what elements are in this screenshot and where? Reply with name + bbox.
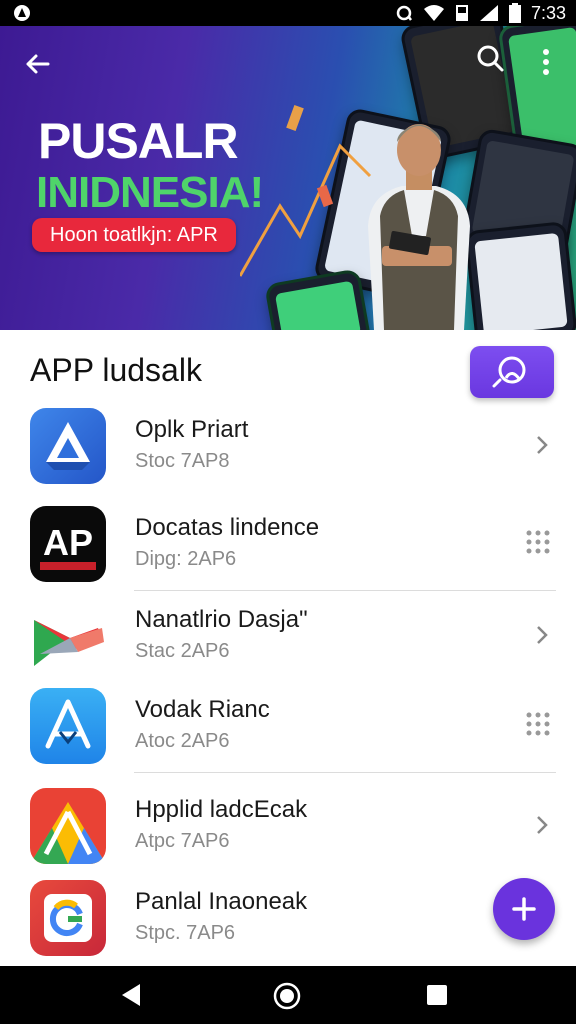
add-fab-button[interactable] — [493, 878, 555, 940]
more-vert-icon[interactable] — [530, 44, 562, 80]
list-item[interactable]: AP Docatas lindence Dipg: 2AP6 — [0, 498, 576, 588]
divider — [134, 772, 556, 773]
sync-icon — [396, 5, 412, 21]
nav-recents-icon[interactable] — [426, 984, 448, 1006]
grid-dots-icon[interactable] — [524, 710, 552, 738]
app-subtitle: Stpc. 7AP6 — [135, 922, 236, 944]
search-icon — [492, 356, 526, 388]
list-item[interactable]: Oplk Priart Stoc 7AP8 — [0, 400, 576, 490]
nav-back-icon[interactable] — [118, 982, 144, 1008]
list-item[interactable]: Panlal Inaoneak Stpc. 7AP6 — [0, 872, 576, 962]
app-subtitle: Atoc 2AP6 — [135, 730, 230, 752]
app-subtitle: Dipg: 2AP6 — [135, 548, 237, 570]
search-icon[interactable] — [472, 40, 508, 76]
ap-logo-icon: AP — [30, 506, 106, 582]
back-arrow-icon[interactable] — [20, 46, 56, 82]
ap-logo-text: AP — [42, 522, 93, 563]
status-bar: 7:33 — [0, 0, 576, 26]
list-item[interactable]: Hpplid ladcEcak Atpc 7AP6 — [0, 780, 576, 870]
banner-title-line1: PUSALR — [38, 113, 239, 169]
chevron-right-icon[interactable] — [530, 430, 554, 460]
promo-banner[interactable]: PUSALR INIDNESIA! Hoon toatlkjn: APR — [0, 26, 576, 330]
nav-home-icon[interactable] — [272, 981, 302, 1011]
plus-icon — [512, 897, 536, 921]
banner-title-line2: INIDNESIA! — [36, 168, 264, 217]
section-search-button[interactable] — [470, 346, 554, 398]
app-name: Panlal Inaoneak — [135, 888, 308, 915]
notification-icon — [14, 5, 30, 21]
app-store-style-icon — [30, 688, 106, 764]
section-title: APP ludsalk — [30, 352, 202, 388]
app-subtitle: Stac 2AP6 — [135, 640, 230, 662]
colorful-a-icon — [30, 788, 106, 864]
list-item[interactable]: Vodak Rianc Atoc 2AP6 — [0, 680, 576, 770]
person-illustration — [368, 124, 470, 330]
app-subtitle: Stoc 7AP8 — [135, 450, 230, 472]
app-name: Oplk Priart — [135, 416, 249, 443]
wifi-icon — [423, 5, 444, 21]
sim-icon — [455, 5, 468, 21]
chevron-right-icon[interactable] — [530, 810, 554, 840]
drive-style-icon — [30, 408, 106, 484]
clock: 7:33 — [530, 2, 566, 23]
app-name: Docatas lindence — [135, 514, 320, 541]
play-store-style-icon — [30, 598, 106, 674]
app-name: Hpplid ladcEcak — [135, 796, 308, 823]
app-name: Vodak Rianc — [135, 696, 270, 723]
signal-icon — [479, 5, 498, 21]
g-logo-icon — [30, 880, 106, 956]
app-subtitle: Atpc 7AP6 — [135, 830, 230, 852]
chevron-right-icon[interactable] — [530, 620, 554, 650]
banner-pill[interactable]: Hoon toatlkjn: APR — [32, 218, 236, 252]
battery-icon — [508, 3, 521, 23]
app-name: Nanatlrio Dasja" — [135, 606, 308, 633]
list-item[interactable]: Nanatlrio Dasja" Stac 2AP6 — [0, 590, 576, 680]
system-nav-bar — [0, 966, 576, 1024]
grid-dots-icon[interactable] — [524, 528, 552, 556]
